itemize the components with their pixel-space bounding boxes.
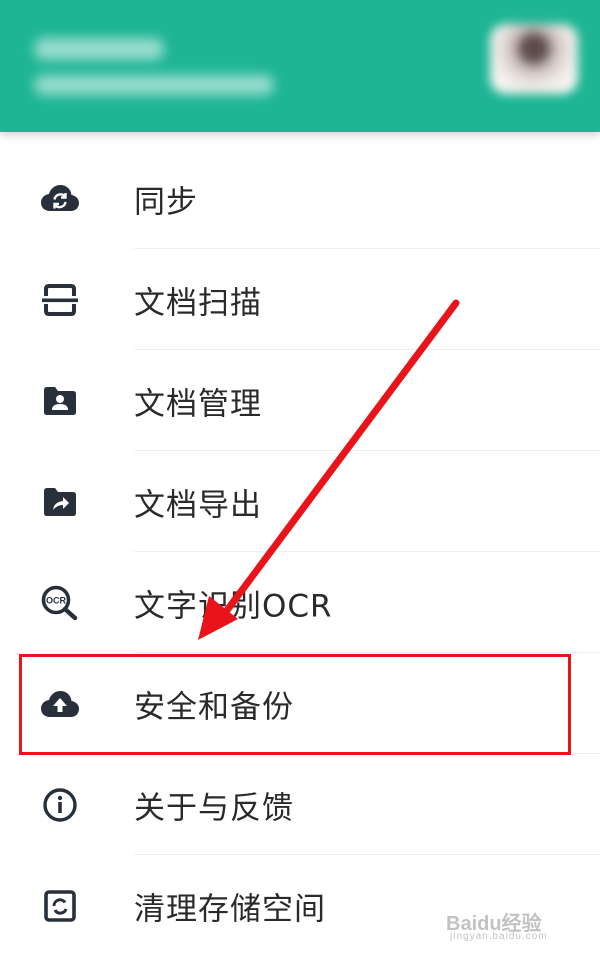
menu-item-label: 文档扫描 <box>134 285 262 321</box>
svg-text:OCR: OCR <box>46 595 67 605</box>
info-icon <box>40 785 80 825</box>
avatar[interactable] <box>490 24 578 94</box>
blurred-account-info <box>34 75 274 95</box>
menu-item-sync[interactable]: 同步 <box>0 148 600 249</box>
app-header <box>0 0 600 132</box>
blurred-username <box>34 38 164 60</box>
ocr-search-icon: OCR <box>40 583 80 623</box>
menu-item-document-management[interactable]: 文档管理 <box>0 350 600 451</box>
menu-item-label: 文档导出 <box>134 487 262 523</box>
menu-item-label: 关于与反馈 <box>134 790 294 826</box>
menu-item-document-export[interactable]: 文档导出 <box>0 451 600 552</box>
menu-item-ocr[interactable]: OCR 文字识别OCR <box>0 552 600 653</box>
cloud-sync-icon <box>40 179 80 219</box>
menu-item-label: 同步 <box>134 184 198 220</box>
menu-item-about-feedback[interactable]: 关于与反馈 <box>0 754 600 855</box>
menu-item-label: 清理存储空间 <box>134 891 326 927</box>
folder-person-icon <box>40 381 80 421</box>
storage-clean-icon <box>40 886 80 926</box>
scan-frame-icon <box>40 280 80 320</box>
folder-share-icon <box>40 482 80 522</box>
drawer-menu: 同步 文档扫描 文档管理 文档导出 OCR 文字识别OCR 安全和备份 关于与反… <box>0 148 600 956</box>
highlight-box <box>19 654 571 755</box>
watermark: Baidu经验 jingyan.baidu.com <box>446 907 566 947</box>
watermark-site: jingyan.baidu.com <box>450 931 548 942</box>
menu-item-label: 文档管理 <box>134 386 262 422</box>
menu-item-document-scan[interactable]: 文档扫描 <box>0 249 600 350</box>
menu-item-label: 文字识别OCR <box>134 588 333 624</box>
